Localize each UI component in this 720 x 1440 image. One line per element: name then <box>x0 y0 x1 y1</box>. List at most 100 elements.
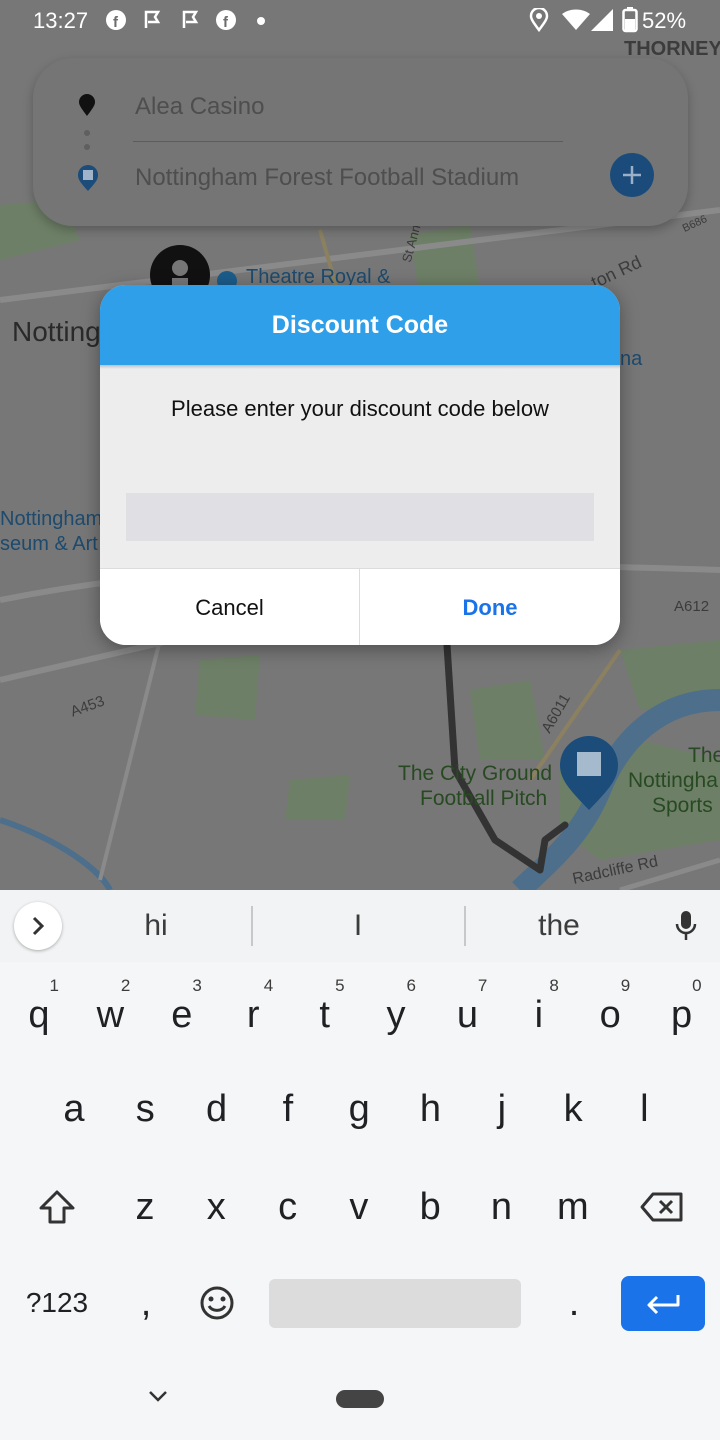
key-number-hint: 5 <box>335 976 345 995</box>
destination-input[interactable]: Nottingham Forest Football Stadium <box>135 164 519 192</box>
origin-input[interactable]: Alea Casino <box>135 93 264 121</box>
key-t[interactable]: t5 <box>289 970 361 1060</box>
map-label-city-ground-2: Football Pitch <box>420 787 548 810</box>
key-number-hint: 2 <box>120 976 131 995</box>
battery-icon <box>622 7 638 33</box>
key-w[interactable]: w2 <box>74 970 146 1060</box>
key-q[interactable]: q1 <box>3 970 75 1060</box>
hide-keyboard-button[interactable] <box>146 1388 170 1409</box>
map-label-sports-2: Nottingha <box>628 769 718 792</box>
key-h[interactable]: h <box>395 1064 467 1154</box>
key-label: u <box>456 993 478 1036</box>
shift-icon <box>39 1190 75 1224</box>
key-s[interactable]: s <box>109 1064 181 1154</box>
suggestion-separator <box>251 906 253 946</box>
voice-input-button[interactable] <box>662 902 710 950</box>
notification-icon <box>182 10 199 28</box>
chevron-right-icon <box>32 916 45 936</box>
location-icon <box>529 8 549 32</box>
key-u[interactable]: u7 <box>431 970 503 1060</box>
add-stop-button[interactable] <box>610 153 654 197</box>
origin-pin-icon <box>79 94 95 116</box>
key-k[interactable]: k <box>537 1064 609 1154</box>
wifi-icon <box>562 9 590 30</box>
map-label-city-ground-1: The City Ground <box>398 762 553 785</box>
key-z[interactable]: z <box>109 1162 181 1252</box>
cancel-button[interactable]: Cancel <box>100 569 359 645</box>
done-button[interactable]: Done <box>360 569 620 645</box>
map-label-a612: A612 <box>674 598 710 615</box>
battery-percent: 52% <box>642 8 687 33</box>
suggestion-2[interactable]: I <box>262 890 454 962</box>
key-e[interactable]: e3 <box>146 970 218 1060</box>
plus-icon <box>623 166 641 184</box>
map-label-na: na <box>620 348 643 370</box>
suggestion-3[interactable]: the <box>474 890 644 962</box>
map-label-sports-3: Sports <box>652 794 713 817</box>
key-v[interactable]: v <box>323 1162 395 1252</box>
key-label: e <box>171 993 193 1036</box>
key-number-hint: 8 <box>549 976 559 995</box>
key-label: p <box>671 993 693 1036</box>
map-label-museum-2: seum & Art <box>0 533 98 555</box>
route-divider <box>133 141 563 142</box>
key-a[interactable]: a <box>38 1064 110 1154</box>
home-gesture-bar[interactable] <box>336 1390 384 1408</box>
route-dot <box>84 130 90 136</box>
key-b[interactable]: b <box>394 1162 466 1252</box>
discount-code-input[interactable] <box>126 493 594 541</box>
emoji-icon <box>200 1286 234 1320</box>
suggestion-1[interactable]: hi <box>70 890 242 962</box>
key-number-hint: 4 <box>263 976 274 995</box>
key-label: r <box>246 993 260 1036</box>
key-i[interactable]: i8 <box>503 970 575 1060</box>
comma-key[interactable]: , <box>110 1258 182 1348</box>
route-dot <box>84 144 90 150</box>
dialog-header-divider <box>100 365 620 369</box>
key-x[interactable]: x <box>180 1162 252 1252</box>
destination-pin-icon <box>78 165 98 191</box>
dialog-title: Discount Code <box>100 285 620 365</box>
notification-icon <box>144 10 161 28</box>
dialog-message: Please enter your discount code below <box>171 396 549 421</box>
key-number-hint: 6 <box>406 976 416 995</box>
soft-keyboard: hi I the q1w2e3r4t5y6u7i8o9p0 asdfghjkl … <box>0 890 720 1440</box>
dialog-button-bar: Cancel Done <box>100 568 620 645</box>
status-time: 13:27 <box>33 8 89 33</box>
key-d[interactable]: d <box>181 1064 253 1154</box>
key-label: y <box>386 993 406 1036</box>
key-number-hint: 9 <box>620 976 631 995</box>
expand-toolbar-button[interactable] <box>14 902 62 950</box>
enter-icon <box>647 1294 680 1314</box>
backspace-icon <box>640 1192 683 1222</box>
key-o[interactable]: o9 <box>574 970 646 1060</box>
symbols-key[interactable]: ?123 <box>14 1258 100 1348</box>
map-label-museum-1: Nottingham <box>0 508 103 530</box>
route-card: Alea Casino Nottingham Forest Football S… <box>33 58 688 226</box>
key-j[interactable]: j <box>466 1064 538 1154</box>
suggestion-strip: hi I the <box>0 890 720 962</box>
backspace-key[interactable] <box>626 1162 698 1252</box>
key-p[interactable]: p0 <box>646 970 718 1060</box>
key-number-hint: 1 <box>49 976 59 995</box>
facebook-icon: f <box>216 10 236 31</box>
signal-icon <box>591 9 613 31</box>
period-key[interactable]: . <box>538 1258 610 1348</box>
key-r[interactable]: r4 <box>217 970 289 1060</box>
shift-key[interactable] <box>21 1162 93 1252</box>
key-c[interactable]: c <box>252 1162 324 1252</box>
key-y[interactable]: y6 <box>360 970 432 1060</box>
key-g[interactable]: g <box>323 1064 395 1154</box>
key-f[interactable]: f <box>252 1064 324 1154</box>
emoji-key[interactable] <box>181 1258 253 1348</box>
key-label: t <box>319 993 330 1036</box>
microphone-icon <box>675 911 697 940</box>
enter-key[interactable] <box>621 1276 705 1331</box>
key-m[interactable]: m <box>537 1162 609 1252</box>
key-l[interactable]: l <box>608 1064 680 1154</box>
space-bar[interactable] <box>269 1279 521 1328</box>
status-bar: 13:27 f f 52% <box>0 0 720 40</box>
key-label: o <box>599 993 621 1036</box>
key-n[interactable]: n <box>466 1162 538 1252</box>
map-label-nottingham: Notting <box>12 316 101 347</box>
